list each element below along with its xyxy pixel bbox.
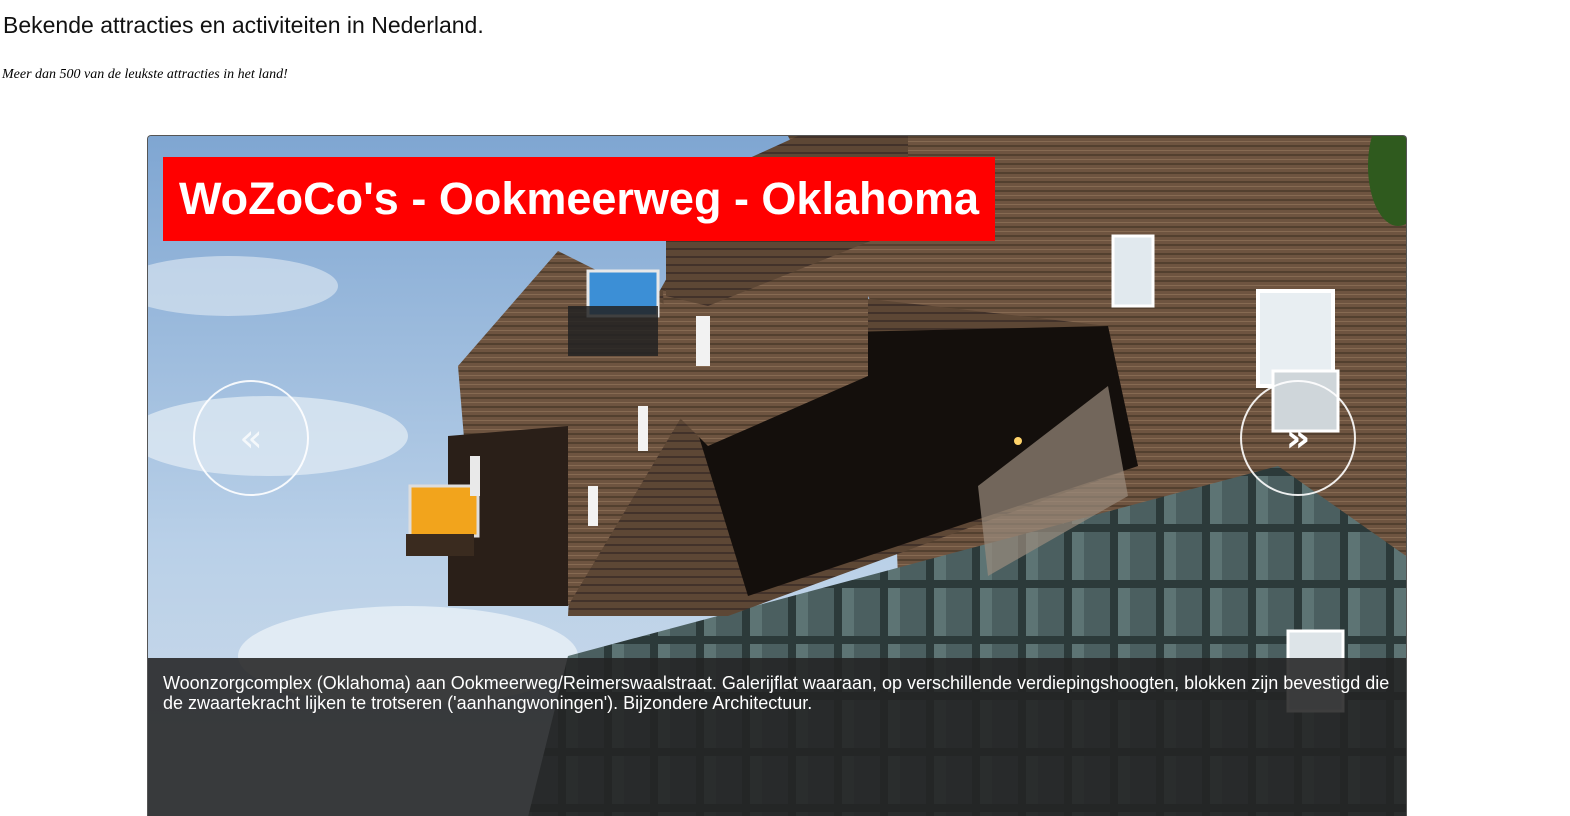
previous-slide-button[interactable]: «: [193, 380, 309, 496]
slide-caption-text: Woonzorgcomplex (Oklahoma) aan Ookmeerwe…: [163, 673, 1390, 713]
chevron-double-right-icon: »: [1285, 416, 1311, 460]
page: Bekende attracties en activiteiten in Ne…: [0, 0, 1570, 816]
image-slider[interactable]: WoZoCo's - Ookmeerweg - Oklahoma « » Woo…: [147, 135, 1407, 816]
slide-title-banner: WoZoCo's - Ookmeerweg - Oklahoma: [163, 157, 996, 241]
slide-title: WoZoCo's - Ookmeerweg - Oklahoma: [179, 173, 980, 224]
next-slide-button[interactable]: »: [1240, 380, 1356, 496]
chevron-double-left-icon: «: [239, 416, 263, 460]
slide-caption: Woonzorgcomplex (Oklahoma) aan Ookmeerwe…: [148, 658, 1406, 816]
page-title: Bekende attracties en activiteiten in Ne…: [3, 12, 484, 38]
page-subtitle: Meer dan 500 van de leukste attracties i…: [2, 67, 288, 82]
